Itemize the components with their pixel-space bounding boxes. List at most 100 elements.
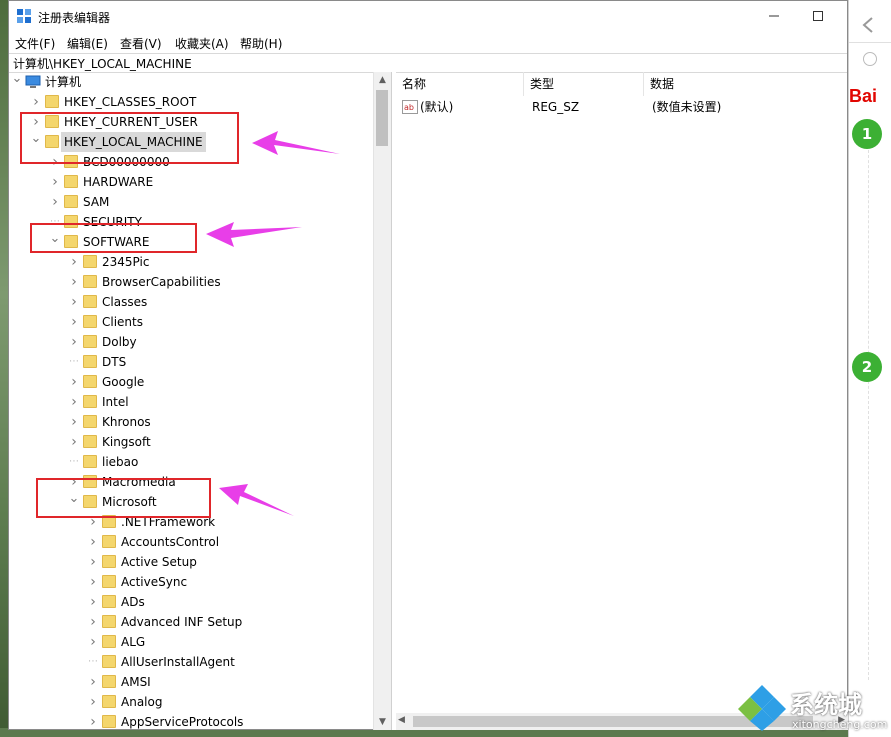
tree-row[interactable]: › Kingsoft [9,432,373,452]
value-row-default[interactable]: ab (默认) REG_SZ (数值未设置) [402,97,842,117]
tree-row[interactable]: ⋯ AllUserInstallAgent [9,652,373,672]
tree-row[interactable]: › Khronos [9,412,373,432]
chevron-right-icon[interactable]: › [88,592,98,612]
chevron-right-icon[interactable]: › [69,412,79,432]
folder-icon [83,315,97,328]
desktop-background [0,0,8,737]
tree-row[interactable]: › Classes [9,292,373,312]
title-bar[interactable]: 注册表编辑器 [9,1,847,33]
folder-icon [83,275,97,288]
highlight-box-microsoft [36,478,211,518]
step-badge-2: 2 [852,352,882,382]
column-header-type[interactable]: 类型 [524,72,644,96]
chevron-right-icon[interactable]: › [88,632,98,652]
chevron-right-icon[interactable]: › [88,612,98,632]
chevron-right-icon[interactable]: › [88,672,98,692]
tree-label: Kingsoft [102,435,151,449]
tree-row[interactable]: › AppServiceProtocols [9,712,373,730]
tree-label: SAM [83,195,110,209]
address-path[interactable]: 计算机\HKEY_LOCAL_MACHINE [13,55,192,72]
address-bar[interactable]: 计算机\HKEY_LOCAL_MACHINE [9,53,847,73]
tree-vertical-scrollbar[interactable]: ▲ ▼ [373,72,391,730]
tree-row[interactable]: › HKEY_CLASSES_ROOT [9,92,373,112]
tree-row[interactable]: › Intel [9,392,373,412]
menu-file[interactable]: 文件(F) [15,35,55,52]
tree-row[interactable]: › Active Setup [9,552,373,572]
minimize-icon [769,15,779,17]
chevron-right-icon[interactable]: › [69,292,79,312]
regedit-app-icon [17,9,31,23]
tree-label: ALG [121,635,146,649]
minimize-button[interactable] [751,1,797,31]
chevron-right-icon[interactable]: › [69,272,79,292]
folder-icon [64,175,78,188]
tree-row[interactable]: ⋯ liebao [9,452,373,472]
tree-row[interactable]: › ActiveSync [9,572,373,592]
chevron-right-icon[interactable]: › [88,572,98,592]
tree-row[interactable]: › AccountsControl [9,532,373,552]
tree-row[interactable]: › Advanced INF Setup [9,612,373,632]
chevron-right-icon[interactable]: › [88,692,98,712]
scroll-up-icon[interactable]: ▲ [374,72,391,88]
tree-connector-icon: ⋯ [69,356,79,367]
chevron-right-icon[interactable]: › [88,712,98,730]
tree-row[interactable]: › Analog [9,692,373,712]
tree-row[interactable]: › BrowserCapabilities [9,272,373,292]
chevron-right-icon[interactable]: › [69,432,79,452]
scroll-left-icon[interactable]: ◀ [398,715,405,725]
tree-row[interactable]: › ADs [9,592,373,612]
value-name: (默认) [420,100,454,114]
pointer-arrow-icon [252,131,340,155]
tree-row[interactable]: › AMSI [9,672,373,692]
chevron-right-icon[interactable]: › [69,392,79,412]
maximize-icon [813,11,823,21]
back-arrow-icon[interactable] [861,16,875,34]
folder-icon [102,675,116,688]
folder-icon [102,555,116,568]
value-data: (数值未设置) [652,100,722,114]
tree-row[interactable]: › 2345Pic [9,252,373,272]
tree-row[interactable]: › ALG [9,632,373,652]
column-header-data[interactable]: 数据 [644,72,848,96]
folder-icon [102,695,116,708]
tree-label: ActiveSync [121,575,188,589]
chevron-right-icon[interactable]: › [69,312,79,332]
tree-label: HKEY_CLASSES_ROOT [64,95,197,109]
chevron-down-icon[interactable]: ⌄ [12,72,23,89]
pointer-arrow-icon [206,222,302,247]
tree-row[interactable]: ⌄ 计算机 [9,72,373,92]
tree-row[interactable]: › Google [9,372,373,392]
menu-favorites[interactable]: 收藏夹(A) [175,35,229,52]
scroll-down-icon[interactable]: ▼ [374,714,391,730]
menu-edit[interactable]: 编辑(E) [67,35,108,52]
tree-row[interactable]: › HARDWARE [9,172,373,192]
tree-row[interactable]: ⋯ DTS [9,352,373,372]
tree-row[interactable]: › SAM [9,192,373,212]
chevron-right-icon[interactable]: › [31,92,41,112]
values-pane: 名称 类型 数据 ab (默认) REG_SZ (数值未设置) ◀ ▶ [396,72,848,730]
tree-row[interactable]: › Clients [9,312,373,332]
registry-tree[interactable]: ⌄ 计算机 › HKEY_CLASSES_ROOT › HKEY_CURRENT_USER… [9,72,373,730]
tree-label: ADs [121,595,145,609]
chevron-right-icon[interactable]: › [50,192,60,212]
column-header-name[interactable]: 名称 [396,72,524,96]
scroll-thumb[interactable] [376,90,388,146]
chevron-right-icon[interactable]: › [69,252,79,272]
chevron-right-icon[interactable]: › [50,172,60,192]
folder-icon [83,255,97,268]
menu-help[interactable]: 帮助(H) [240,35,282,52]
tree-row[interactable]: › Dolby [9,332,373,352]
watermark-title: 系统城 [790,691,862,719]
chevron-right-icon[interactable]: › [88,532,98,552]
menu-view[interactable]: 查看(V) [120,35,162,52]
tree-label: 计算机 [45,75,82,89]
folder-icon [83,355,97,368]
chevron-right-icon[interactable]: › [69,372,79,392]
baidu-logo[interactable]: Bai [849,86,877,107]
avatar[interactable] [863,52,877,66]
chevron-right-icon[interactable]: › [88,552,98,572]
folder-icon [102,635,116,648]
tree-label: Khronos [102,415,151,429]
maximize-button[interactable] [795,1,841,31]
chevron-right-icon[interactable]: › [69,332,79,352]
